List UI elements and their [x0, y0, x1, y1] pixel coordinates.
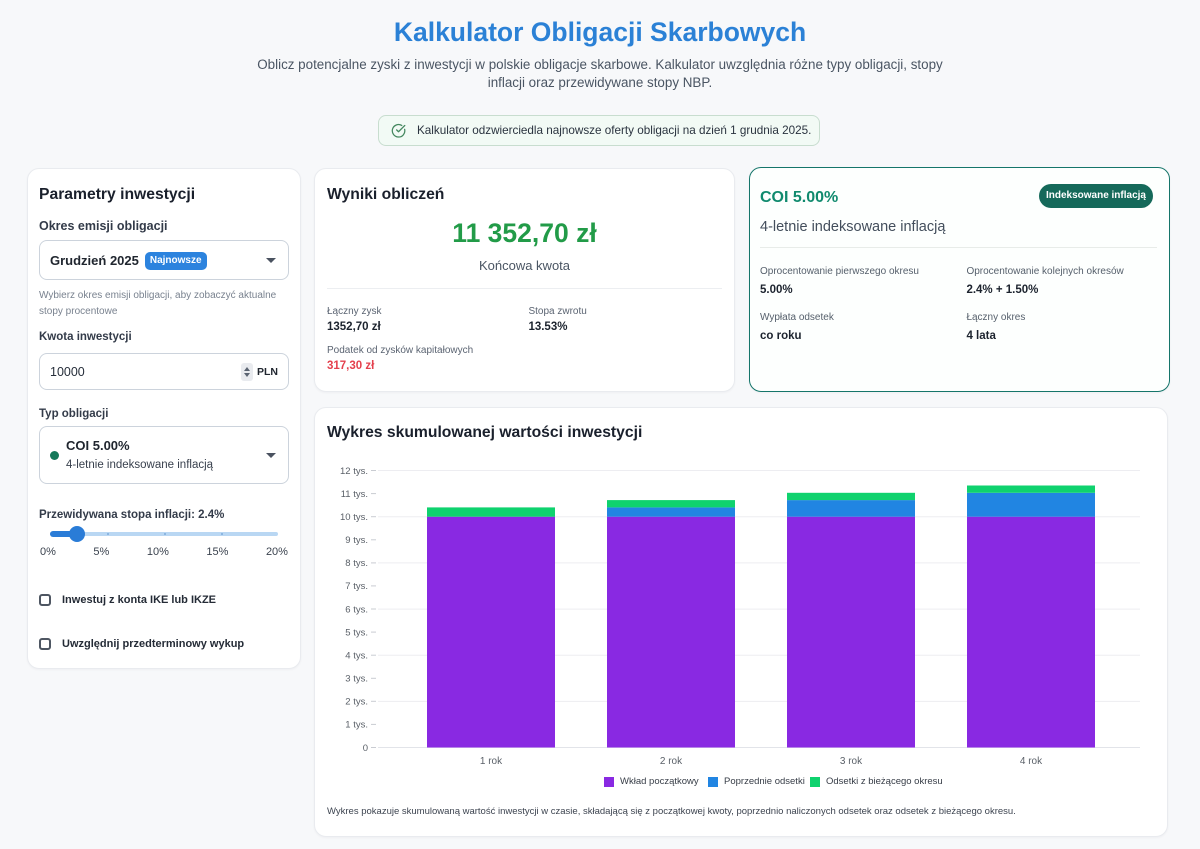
- svg-text:7 tys.: 7 tys.: [345, 581, 368, 592]
- svg-text:10 tys.: 10 tys.: [340, 512, 368, 523]
- svg-text:3 tys.: 3 tys.: [345, 674, 368, 685]
- svg-text:0: 0: [363, 743, 368, 754]
- svg-text:2 rok: 2 rok: [660, 756, 683, 767]
- svg-text:1 rok: 1 rok: [480, 756, 503, 767]
- svg-text:4 tys.: 4 tys.: [345, 651, 368, 662]
- svg-text:4 rok: 4 rok: [1020, 756, 1043, 767]
- svg-text:5 tys.: 5 tys.: [345, 627, 368, 638]
- svg-text:12 tys.: 12 tys.: [340, 466, 368, 477]
- svg-text:9 tys.: 9 tys.: [345, 535, 368, 546]
- svg-text:3 rok: 3 rok: [840, 756, 863, 767]
- svg-text:6 tys.: 6 tys.: [345, 604, 368, 615]
- svg-text:1 tys.: 1 tys.: [345, 720, 368, 731]
- svg-text:8 tys.: 8 tys.: [345, 558, 368, 569]
- svg-text:2 tys.: 2 tys.: [345, 697, 368, 708]
- svg-text:11 tys.: 11 tys.: [341, 489, 368, 500]
